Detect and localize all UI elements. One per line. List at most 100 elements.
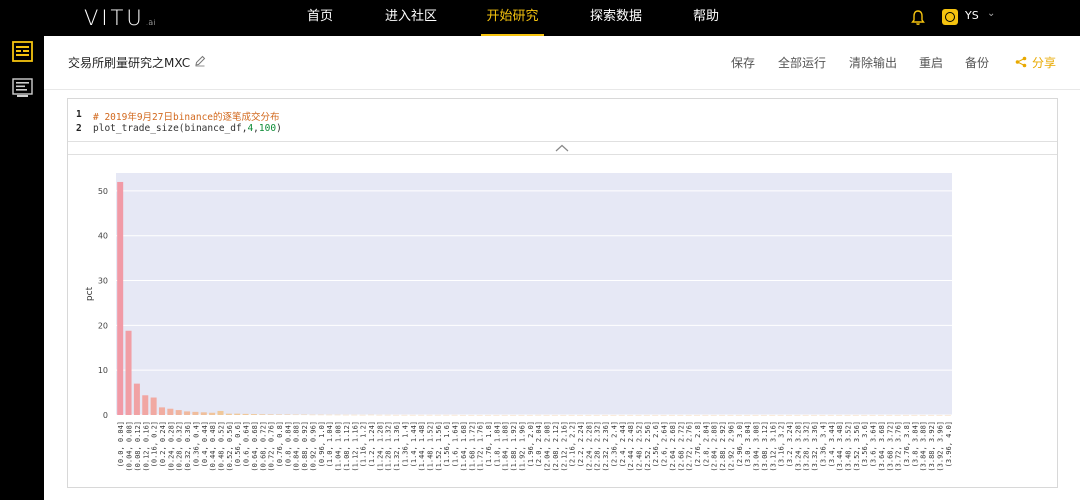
x-tick-label: (3.92, 3.96] bbox=[936, 421, 944, 472]
x-tick-label: (3.24, 3.28] bbox=[794, 421, 802, 472]
nav-item-home[interactable]: 首页 bbox=[300, 0, 340, 36]
x-tick-label: (3.8, 3.84] bbox=[911, 421, 919, 467]
save-button[interactable]: 保存 bbox=[731, 54, 755, 71]
username[interactable]: YS bbox=[965, 9, 979, 22]
x-tick-label: (3.04, 3.08] bbox=[753, 421, 761, 472]
x-tick-label: (2.24, 2.28] bbox=[585, 421, 593, 472]
x-tick-label: (1.48, 1.52] bbox=[427, 421, 435, 472]
x-tick-label: (3.0, 3.04] bbox=[744, 421, 752, 467]
y-tick-label: 20 bbox=[98, 321, 108, 330]
x-tick-label: (2.52, 2.56] bbox=[644, 421, 652, 472]
x-tick-label: (2.64, 2.68] bbox=[669, 421, 677, 472]
y-tick-label: 50 bbox=[98, 187, 108, 196]
x-tick-label: (2.36, 2.4] bbox=[610, 421, 618, 467]
bar bbox=[217, 410, 224, 415]
bar bbox=[209, 412, 216, 415]
edit-icon[interactable] bbox=[194, 55, 206, 67]
bar bbox=[184, 411, 191, 415]
nav-item-research[interactable]: 开始研究 bbox=[481, 0, 544, 36]
bar bbox=[192, 411, 199, 415]
nav-item-community[interactable]: 进入社区 bbox=[380, 0, 442, 36]
x-tick-label: (1.04, 1.08] bbox=[335, 421, 343, 472]
vitu-logo[interactable]: VITU.ai bbox=[84, 6, 155, 30]
x-tick-label: (2.56, 2.6] bbox=[652, 421, 660, 467]
x-tick-label: (1.76, 1.8] bbox=[485, 421, 493, 467]
x-tick-label: (0.2, 0.24] bbox=[159, 421, 167, 467]
x-tick-label: (2.96, 3.0] bbox=[736, 421, 744, 467]
y-tick-label: 0 bbox=[103, 411, 108, 420]
backup-button[interactable]: 备份 bbox=[965, 54, 989, 71]
clear-output-button[interactable]: 清除输出 bbox=[849, 54, 897, 71]
code-line-call[interactable]: plot_trade_size(binance_df,4,100) bbox=[93, 123, 282, 134]
x-tick-label: (2.76, 2.8] bbox=[694, 421, 702, 467]
nav-item-help[interactable]: 帮助 bbox=[686, 0, 726, 36]
bar bbox=[150, 397, 157, 415]
x-tick-label: (1.64, 1.68] bbox=[460, 421, 468, 472]
x-tick-label: (0.4, 0.44] bbox=[201, 421, 209, 467]
x-tick-label: (1.36, 1.4] bbox=[401, 421, 409, 467]
x-tick-label: (1.96, 2.0] bbox=[527, 421, 535, 467]
x-tick-label: (2.16, 2.2] bbox=[569, 421, 577, 467]
code-line-comment[interactable]: # 2019年9月27日binance的逐笔成交分布 bbox=[93, 109, 280, 123]
x-tick-label: (2.12, 2.16] bbox=[560, 421, 568, 472]
x-tick-label: (0.96, 1.0] bbox=[318, 421, 326, 467]
x-tick-label: (1.2, 1.24] bbox=[368, 421, 376, 467]
x-tick-label: (0.84, 0.88] bbox=[293, 421, 301, 472]
restart-button[interactable]: 重启 bbox=[919, 54, 943, 71]
x-tick-label: (0.08, 0.12] bbox=[134, 421, 142, 472]
x-tick-label: (1.0, 1.04] bbox=[326, 421, 334, 467]
x-tick-label: (0.52, 0.56] bbox=[226, 421, 234, 472]
bar bbox=[259, 414, 266, 415]
bell-icon[interactable] bbox=[910, 9, 926, 26]
chevron-down-icon[interactable]: ⌄ bbox=[987, 8, 995, 19]
x-tick-label: (0.88, 0.92] bbox=[301, 421, 309, 472]
x-tick-label: (3.48, 3.52] bbox=[845, 421, 853, 472]
x-tick-label: (3.76, 3.8] bbox=[903, 421, 911, 467]
bar bbox=[200, 412, 207, 415]
data-icon[interactable] bbox=[12, 78, 33, 99]
line-number: 1 bbox=[76, 109, 82, 120]
avatar[interactable] bbox=[942, 9, 958, 25]
x-tick-label: (1.12, 1.16] bbox=[351, 421, 359, 472]
chevron-up-icon[interactable] bbox=[555, 144, 569, 152]
notebook-title[interactable]: 交易所刷量研究之MXC bbox=[68, 54, 190, 71]
run-all-button[interactable]: 全部运行 bbox=[778, 54, 826, 71]
x-tick-label: (3.52, 3.56] bbox=[853, 421, 861, 472]
bar bbox=[234, 413, 241, 415]
nav-item-explore-data[interactable]: 探索数据 bbox=[585, 0, 647, 36]
x-tick-label: (2.44, 2.48] bbox=[627, 421, 635, 472]
x-tick-label: (0.04, 0.08] bbox=[126, 421, 134, 472]
bar bbox=[125, 330, 132, 415]
x-tick-label: (1.88, 1.92] bbox=[510, 421, 518, 472]
x-tick-label: (0.64, 0.68] bbox=[251, 421, 259, 472]
line-number: 2 bbox=[76, 123, 82, 134]
bar bbox=[175, 410, 182, 415]
code-token-paren: ) bbox=[276, 123, 282, 134]
bar bbox=[225, 413, 232, 415]
y-tick-label: 30 bbox=[98, 277, 108, 286]
x-tick-label: (2.2, 2.24] bbox=[577, 421, 585, 467]
share-button[interactable]: 分享 bbox=[1015, 54, 1056, 71]
code-cell[interactable]: 1 # 2019年9月27日binance的逐笔成交分布 2 plot_trad… bbox=[67, 98, 1058, 488]
x-tick-label: (1.24, 1.28] bbox=[376, 421, 384, 472]
x-tick-label: (1.8, 1.84] bbox=[493, 421, 501, 467]
notebook-icon[interactable] bbox=[12, 41, 33, 62]
code-editor[interactable]: 1 # 2019年9月27日binance的逐笔成交分布 2 plot_trad… bbox=[68, 99, 1057, 142]
x-tick-label: (2.04, 2.08] bbox=[544, 421, 552, 472]
top-nav: VITU.ai 首页 进入社区 开始研究 探索数据 帮助 YS ⌄ bbox=[0, 0, 1080, 36]
x-tick-label: (0.12, 0.16] bbox=[142, 421, 150, 472]
bar bbox=[142, 395, 149, 415]
x-tick-label: (0.16, 0.2] bbox=[151, 421, 159, 467]
x-tick-label: (1.08, 1.12] bbox=[343, 421, 351, 472]
x-tick-label: (0.36, 0.4] bbox=[192, 421, 200, 467]
bar bbox=[242, 413, 249, 415]
x-tick-label: (2.4, 2.44] bbox=[619, 421, 627, 467]
x-tick-label: (0.72, 0.76] bbox=[268, 421, 276, 472]
x-tick-label: (3.64, 3.68] bbox=[878, 421, 886, 472]
x-tick-label: (1.28, 1.32] bbox=[385, 421, 393, 472]
collapse-output-bar[interactable] bbox=[68, 142, 1057, 155]
x-tick-label: (3.2, 3.24] bbox=[786, 421, 794, 467]
logo-text: VITU bbox=[84, 6, 145, 30]
x-tick-label: (1.32, 1.36] bbox=[393, 421, 401, 472]
x-tick-label: (3.12, 3.16] bbox=[769, 421, 777, 472]
